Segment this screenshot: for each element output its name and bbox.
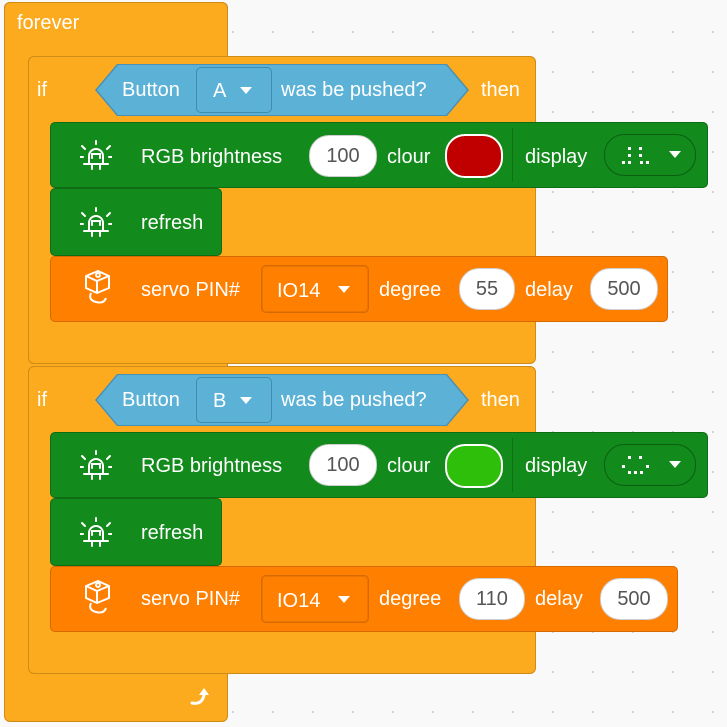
forever-label: forever [17,12,80,34]
colour-swatch-green[interactable] [445,444,503,488]
display-label: display [525,455,588,477]
refresh-label: refresh [141,522,204,544]
display-pattern-dropdown[interactable] [604,134,696,176]
display-pattern-dropdown[interactable] [604,444,696,486]
led-light-icon [79,450,113,480]
condition-suffix: was be pushed? [281,79,427,101]
button-select-dropdown[interactable]: B [196,377,272,423]
rgb-brightness-label: RGB brightness [141,455,283,477]
delay-input[interactable]: 500 [590,268,658,310]
led-light-icon [79,517,113,547]
brightness-input[interactable]: 100 [309,135,377,177]
servo-icon [82,268,112,306]
servo-icon [82,578,112,616]
degree-label: degree [379,588,442,610]
colour-label: clour [387,146,431,168]
servo-pin-label: servo PIN# [141,588,240,610]
loop-arrow-icon [188,686,212,708]
if-label: if [37,79,47,101]
refresh-label: refresh [141,212,204,234]
button-select-value: B [213,390,227,412]
delay-label: delay [525,279,573,301]
chevron-down-icon [240,87,252,94]
button-select-value: A [213,80,227,102]
chevron-down-icon [338,286,350,293]
button-select-dropdown[interactable]: A [196,67,272,113]
delay-label: delay [535,588,583,610]
chevron-down-icon [669,151,681,158]
pin-select-dropdown[interactable]: IO14 [261,265,369,313]
degree-label: degree [379,279,442,301]
degree-input[interactable]: 110 [459,578,525,620]
smiley-pattern-icon [622,147,649,164]
display-label: display [525,146,588,168]
condition-prefix: Button [122,79,180,101]
sad-pattern-icon [622,456,649,474]
led-light-icon [79,207,113,237]
chevron-down-icon [669,461,681,468]
colour-swatch-red[interactable] [445,134,503,178]
condition-suffix: was be pushed? [281,389,427,411]
chevron-down-icon [240,397,252,404]
pin-select-value: IO14 [277,280,321,302]
brightness-input[interactable]: 100 [309,444,377,486]
colour-label: clour [387,455,431,477]
pin-select-value: IO14 [277,590,321,612]
then-label: then [481,389,520,411]
led-light-icon [79,140,113,170]
delay-input[interactable]: 500 [600,578,668,620]
chevron-down-icon [338,596,350,603]
servo-pin-label: servo PIN# [141,279,240,301]
rgb-brightness-label: RGB brightness [141,146,283,168]
then-label: then [481,79,520,101]
if-label: if [37,389,47,411]
degree-input[interactable]: 55 [459,268,515,310]
condition-prefix: Button [122,389,180,411]
pin-select-dropdown[interactable]: IO14 [261,575,369,623]
